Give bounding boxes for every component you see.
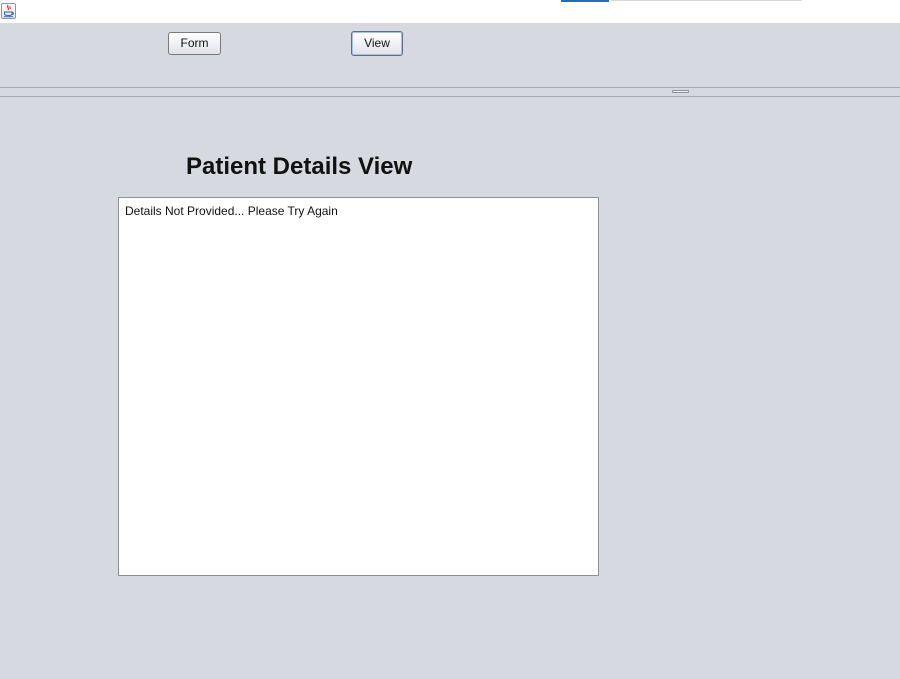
form-button[interactable]: Form [168,32,221,55]
window-titlebar [0,0,900,23]
content-pane: Patient Details View Details Not Provide… [0,97,900,679]
page-title: Patient Details View [186,153,413,180]
patient-details-text-area[interactable]: Details Not Provided... Please Try Again [118,197,599,576]
split-pane-divider[interactable] [0,87,900,97]
toolbar-pane: Form View [0,23,900,87]
view-button[interactable]: View [351,31,403,56]
java-app-icon[interactable] [1,3,16,19]
divider-grip-handle[interactable] [672,90,689,93]
accent-strip [561,0,609,2]
gray-strip [611,0,802,1]
